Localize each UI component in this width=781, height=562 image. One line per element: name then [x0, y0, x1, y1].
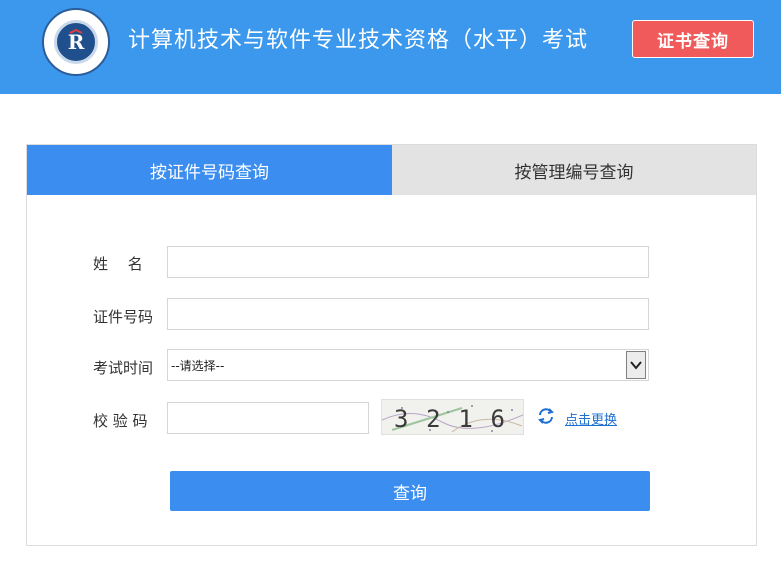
id-number-label: 证件号码: [93, 308, 154, 326]
certification-seal-icon: R: [42, 8, 110, 76]
svg-text:R: R: [68, 30, 85, 54]
name-label: 姓 名: [93, 255, 143, 273]
submit-query-button[interactable]: 查询: [170, 471, 650, 511]
header-bar: R 计算机技术与软件专业技术资格（水平）考试 证书查询: [0, 0, 781, 94]
captcha-image[interactable]: 3216: [381, 399, 524, 435]
refresh-captcha[interactable]: 点击更换: [537, 407, 617, 429]
site-title: 计算机技术与软件专业技术资格（水平）考试: [128, 28, 589, 53]
exam-time-label: 考试时间: [93, 359, 154, 377]
refresh-icon[interactable]: [537, 407, 555, 429]
captcha-label: 校 验 码: [93, 412, 148, 430]
name-input[interactable]: [167, 246, 649, 278]
exam-time-selected: --请选择--: [171, 358, 225, 373]
exam-time-select[interactable]: --请选择--: [167, 349, 649, 381]
id-number-input[interactable]: [167, 298, 649, 330]
refresh-captcha-link[interactable]: 点击更换: [565, 409, 617, 428]
certificate-query-button[interactable]: 证书查询: [632, 20, 754, 58]
query-tabs: 按证件号码查询 按管理编号查询: [27, 145, 756, 195]
tab-by-id-number[interactable]: 按证件号码查询: [27, 145, 392, 195]
tab-by-management-number[interactable]: 按管理编号查询: [392, 145, 756, 195]
query-panel: 按证件号码查询 按管理编号查询 姓 名 证件号码 考试时间 --请选择-- 校 …: [26, 144, 757, 546]
chevron-down-icon[interactable]: [626, 351, 646, 379]
captcha-input[interactable]: [167, 402, 369, 434]
